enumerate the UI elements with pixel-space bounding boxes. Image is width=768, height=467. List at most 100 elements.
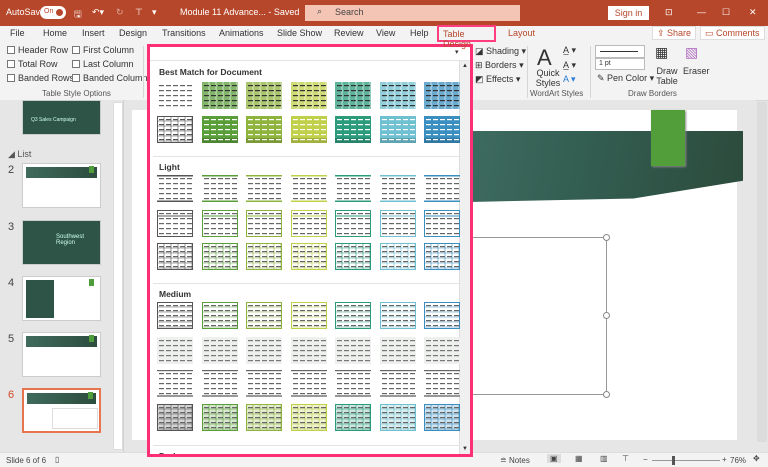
share-button[interactable]: ⇪ Share bbox=[652, 26, 697, 40]
table-style-swatch[interactable] bbox=[157, 243, 193, 270]
table-style-swatch[interactable] bbox=[424, 243, 460, 270]
table-style-swatch[interactable] bbox=[290, 243, 327, 270]
tab-insert[interactable]: Insert bbox=[82, 28, 105, 38]
table-style-swatch[interactable] bbox=[379, 337, 416, 364]
zoom-out-button[interactable]: − bbox=[643, 455, 648, 464]
table-style-swatch[interactable] bbox=[424, 210, 460, 237]
minimize-icon[interactable]: — bbox=[697, 7, 706, 17]
table-style-swatch[interactable] bbox=[379, 243, 416, 270]
zoom-slider[interactable] bbox=[652, 456, 720, 465]
table-style-swatch[interactable] bbox=[201, 302, 238, 329]
collapse-arrow-icon[interactable]: ▾ bbox=[455, 48, 459, 56]
slide-thumbnail-6[interactable] bbox=[22, 388, 101, 433]
present-icon[interactable]: ⊤ bbox=[135, 7, 143, 18]
table-style-swatch[interactable] bbox=[379, 175, 416, 202]
table-style-swatch[interactable] bbox=[335, 210, 371, 237]
save-icon[interactable]: 🖫 bbox=[74, 7, 82, 23]
checkbox-box[interactable] bbox=[7, 60, 15, 68]
table-style-swatch[interactable] bbox=[335, 116, 371, 143]
resize-handle[interactable] bbox=[603, 234, 610, 241]
table-style-swatch[interactable] bbox=[157, 82, 193, 109]
gallery-scrollbar[interactable]: ▲ ▼ bbox=[459, 61, 470, 454]
zoom-in-button[interactable]: + bbox=[722, 455, 727, 464]
table-style-swatch[interactable] bbox=[424, 302, 460, 329]
table-style-swatch[interactable] bbox=[246, 210, 282, 237]
table-style-swatch[interactable] bbox=[201, 370, 238, 397]
tab-slide-show[interactable]: Slide Show bbox=[277, 28, 322, 38]
resize-handle[interactable] bbox=[603, 312, 610, 319]
table-style-swatch[interactable] bbox=[335, 175, 371, 202]
checkbox-box[interactable] bbox=[72, 60, 80, 68]
table-style-swatch[interactable] bbox=[246, 243, 282, 270]
table-style-swatch[interactable] bbox=[246, 116, 282, 143]
table-style-swatch[interactable] bbox=[201, 337, 238, 364]
tab-home[interactable]: Home bbox=[43, 28, 67, 38]
effects-button[interactable]: ◩ Effects ▾ bbox=[475, 74, 520, 85]
table-style-swatch[interactable] bbox=[335, 404, 371, 431]
undo-icon[interactable]: ↶▾ bbox=[92, 7, 104, 18]
shading-button[interactable]: ◪ Shading ▾ bbox=[475, 46, 526, 57]
scroll-up-icon[interactable]: ▲ bbox=[462, 63, 468, 69]
checkbox-header-row[interactable]: Header Row bbox=[7, 45, 68, 55]
table-style-swatch[interactable] bbox=[424, 116, 460, 143]
text-outline-icon[interactable]: A̲ ▾ bbox=[563, 60, 576, 71]
tab-layout[interactable]: Layout bbox=[508, 28, 535, 38]
table-style-swatch[interactable] bbox=[379, 116, 416, 143]
tab-file[interactable]: File bbox=[10, 28, 25, 38]
table-style-swatch[interactable] bbox=[379, 404, 416, 431]
table-placeholder[interactable] bbox=[470, 237, 607, 395]
search-input[interactable]: ⌕ Search bbox=[305, 5, 520, 21]
thumbnail-scrollbar[interactable] bbox=[113, 102, 123, 450]
table-style-swatch[interactable] bbox=[201, 210, 238, 237]
ribbon-display-icon[interactable]: ⊡ bbox=[665, 7, 673, 18]
slide-thumbnail-5[interactable] bbox=[22, 332, 101, 377]
text-fill-icon[interactable]: A̲ ▾ bbox=[563, 45, 576, 56]
checkbox-total-row[interactable]: Total Row bbox=[7, 59, 58, 69]
borders-button[interactable]: ⊞ Borders ▾ bbox=[475, 60, 524, 71]
slide-sorter-icon[interactable]: ▦ bbox=[575, 454, 583, 463]
table-style-swatch[interactable] bbox=[246, 82, 282, 109]
zoom-level[interactable]: 76% bbox=[730, 456, 746, 465]
checkbox-banded-columns[interactable]: Banded Columns bbox=[72, 73, 152, 83]
table-style-swatch[interactable] bbox=[335, 337, 371, 364]
resize-handle[interactable] bbox=[603, 391, 610, 398]
table-style-swatch[interactable] bbox=[157, 175, 193, 202]
table-style-swatch[interactable] bbox=[335, 370, 371, 397]
notes-button[interactable]: ≘ Notes bbox=[500, 456, 530, 465]
eraser-button[interactable]: Eraser bbox=[683, 66, 710, 76]
sign-in-button[interactable]: Sign in bbox=[608, 6, 649, 20]
table-style-swatch[interactable] bbox=[246, 404, 282, 431]
section-list[interactable]: ◢ List bbox=[8, 149, 31, 160]
table-style-swatch[interactable] bbox=[379, 302, 416, 329]
table-style-swatch[interactable] bbox=[157, 337, 193, 364]
table-style-swatch[interactable] bbox=[157, 404, 193, 431]
tab-design[interactable]: Design bbox=[119, 28, 147, 38]
table-style-swatch[interactable] bbox=[201, 404, 238, 431]
slideshow-icon[interactable]: ⊤ bbox=[622, 454, 629, 463]
table-style-swatch[interactable] bbox=[201, 175, 238, 202]
table-style-swatch[interactable] bbox=[157, 302, 193, 329]
scroll-down-icon[interactable]: ▼ bbox=[462, 446, 468, 452]
maximize-icon[interactable]: ☐ bbox=[722, 7, 730, 18]
comments-button[interactable]: ▭ Comments bbox=[700, 26, 765, 40]
accessibility-icon[interactable]: ▯ bbox=[55, 455, 59, 464]
table-style-swatch[interactable] bbox=[335, 243, 371, 270]
table-style-swatch[interactable] bbox=[201, 82, 238, 109]
checkbox-banded-rows[interactable]: Banded Rows bbox=[7, 73, 74, 83]
tab-help[interactable]: Help bbox=[410, 28, 429, 38]
table-style-swatch[interactable] bbox=[290, 82, 327, 109]
table-style-swatch[interactable] bbox=[290, 175, 327, 202]
tab-review[interactable]: Review bbox=[334, 28, 364, 38]
slide-thumbnail-4[interactable] bbox=[22, 276, 101, 321]
table-style-swatch[interactable] bbox=[424, 175, 460, 202]
table-style-swatch[interactable] bbox=[424, 370, 460, 397]
table-style-swatch[interactable] bbox=[290, 116, 327, 143]
table-style-swatch[interactable] bbox=[379, 82, 416, 109]
table-style-swatch[interactable] bbox=[335, 302, 371, 329]
autosave-toggle[interactable]: On bbox=[40, 6, 66, 19]
tab-view[interactable]: View bbox=[376, 28, 395, 38]
checkbox-box[interactable] bbox=[7, 74, 15, 82]
tab-transitions[interactable]: Transitions bbox=[162, 28, 206, 38]
slide-thumbnail-2[interactable] bbox=[22, 163, 101, 208]
zoom-slider-thumb[interactable] bbox=[672, 456, 675, 465]
